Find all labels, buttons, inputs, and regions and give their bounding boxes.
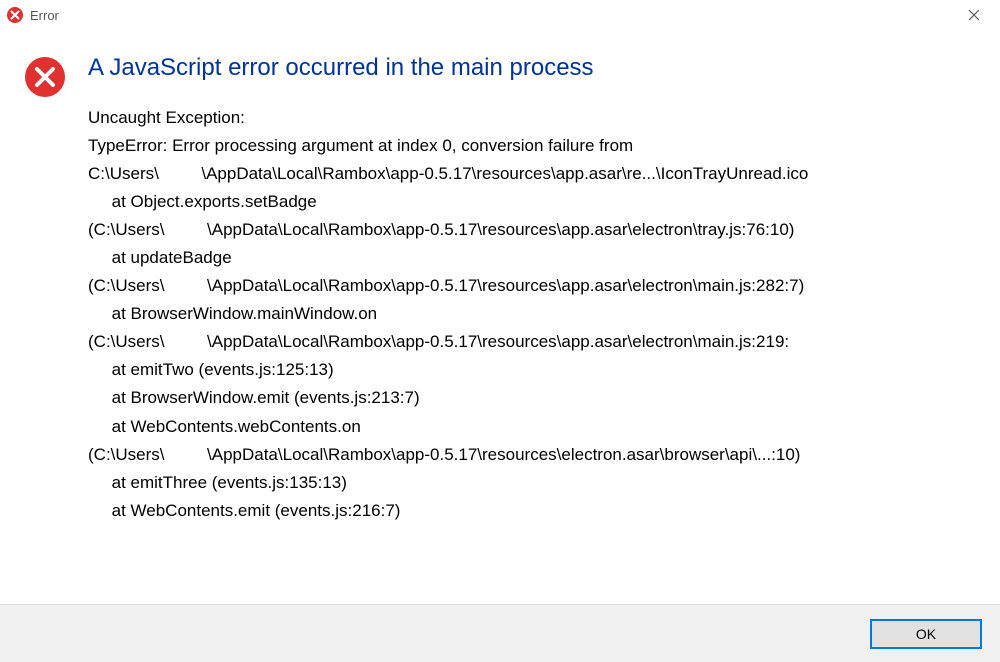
dialog-heading: A JavaScript error occurred in the main … (88, 54, 980, 82)
main-icon-column (20, 50, 80, 594)
error-dialog: Error A JavaScript error occurred in the… (0, 0, 1000, 662)
error-icon-small (6, 6, 24, 24)
ok-button[interactable]: OK (870, 619, 982, 649)
button-bar: OK (0, 604, 1000, 662)
text-column: A JavaScript error occurred in the main … (80, 50, 980, 594)
dialog-body: Uncaught Exception: TypeError: Error pro… (88, 104, 980, 525)
window-title: Error (30, 8, 954, 23)
close-button[interactable] (954, 1, 994, 29)
titlebar: Error (0, 0, 1000, 30)
content-area: A JavaScript error occurred in the main … (0, 30, 1000, 604)
error-icon (24, 56, 80, 98)
